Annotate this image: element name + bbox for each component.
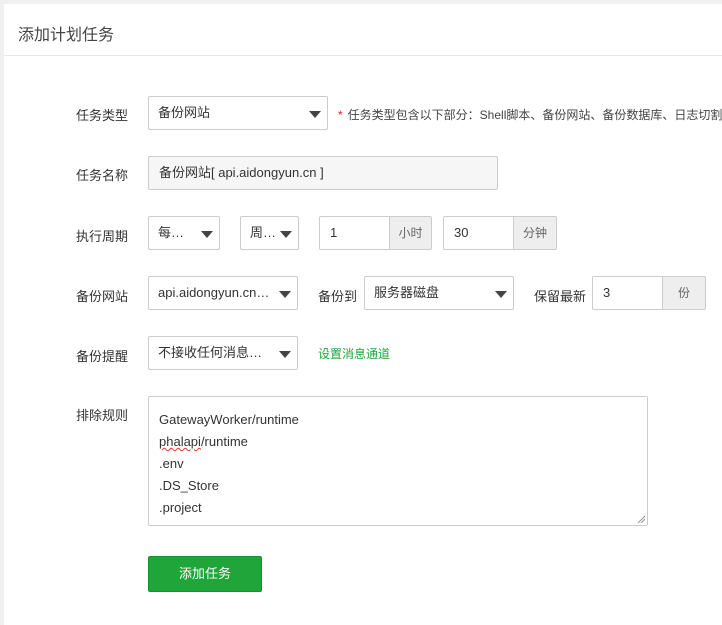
weekday-value: 周一	[250, 225, 277, 240]
chevron-down-icon	[309, 111, 321, 118]
backup-site-label: 备份网站	[76, 289, 129, 304]
exclude-line: .DS_Store	[159, 478, 219, 493]
hour-input[interactable]: 1	[319, 216, 390, 250]
minute-input[interactable]: 30	[443, 216, 514, 250]
minute-unit: 分钟	[513, 216, 557, 250]
panel-title: 添加计划任务	[18, 27, 115, 44]
task-type-hint-text: 任务类型包含以下部分：Shell脚本、备份网站、备份数据库、日志切割	[347, 108, 722, 122]
chevron-down-icon	[279, 291, 291, 298]
task-name-label: 任务名称	[76, 168, 129, 183]
cycle-period-value: 每星期	[158, 225, 198, 240]
panel-header: 添加计划任务	[4, 4, 722, 56]
chevron-down-icon	[201, 231, 213, 238]
cycle-period-select[interactable]: 每星期	[148, 216, 220, 250]
backup-to-value: 服务器磁盘	[374, 285, 440, 300]
hour-unit: 小时	[389, 216, 432, 250]
exclude-line: .project	[159, 500, 202, 515]
task-type-value: 备份网站	[158, 105, 211, 120]
task-name-field[interactable]: 备份网站[ api.aidongyun.cn ]	[148, 156, 498, 190]
keep-latest-label: 保留最新	[534, 289, 587, 304]
resize-handle-icon[interactable]	[637, 515, 645, 523]
chevron-down-icon	[280, 231, 292, 238]
exclude-line: .env	[159, 456, 184, 471]
exclude-line: phalapi/runtime	[159, 431, 637, 453]
add-cron-task-panel: 添加计划任务	[4, 4, 722, 625]
backup-site-select[interactable]: api.aidongyun.cn [ api.aidongyun.cn ]	[148, 276, 298, 310]
cycle-label: 执行周期	[76, 229, 129, 244]
exclude-label: 排除规则	[76, 408, 129, 423]
exclude-line: GatewayWorker/runtime	[159, 412, 299, 427]
chevron-down-icon	[279, 351, 291, 358]
task-type-label: 任务类型	[76, 108, 129, 123]
backup-to-label: 备份到	[318, 289, 358, 304]
reminder-label: 备份提醒	[76, 349, 129, 364]
add-task-button[interactable]: 添加任务	[148, 556, 262, 592]
keep-count-unit: 份	[662, 276, 706, 310]
required-star: *	[338, 108, 343, 122]
exclude-line-suffix: /runtime	[200, 434, 248, 449]
backup-to-select[interactable]: 服务器磁盘	[364, 276, 514, 310]
exclude-rules-textarea[interactable]: GatewayWorker/runtime phalapi/runtime .e…	[148, 396, 648, 526]
weekday-select[interactable]: 周一	[240, 216, 299, 250]
keep-count-input[interactable]: 3	[592, 276, 663, 310]
chevron-down-icon	[495, 291, 507, 298]
backup-site-value: api.aidongyun.cn [ api.aidongyun.cn ]	[158, 285, 298, 300]
reminder-value: 不接收任何消息通知	[158, 345, 276, 360]
task-type-hint: * 任务类型包含以下部分：Shell脚本、备份网站、备份数据库、日志切割	[338, 106, 722, 123]
spellcheck-word: phalapi	[159, 434, 201, 449]
reminder-select[interactable]: 不接收任何消息通知	[148, 336, 298, 370]
task-type-select[interactable]: 备份网站	[148, 96, 328, 130]
message-channel-link[interactable]: 设置消息通道	[318, 345, 390, 362]
